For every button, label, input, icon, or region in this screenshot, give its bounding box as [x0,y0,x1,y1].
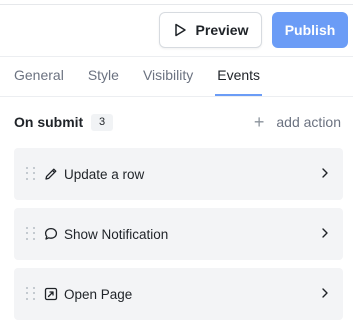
action-item-open-page[interactable]: Open Page [14,268,343,320]
chevron-right-icon [322,228,328,238]
action-label: Update a row [64,166,145,182]
publish-label: Publish [284,22,336,38]
chevron-right-icon [322,288,328,298]
add-action-label: add action [276,114,341,130]
play-icon [174,23,186,37]
preview-button[interactable]: Preview [159,12,262,48]
tab-style[interactable]: Style [88,66,119,96]
section-title: On submit [14,114,84,130]
drag-handle-icon[interactable] [26,167,36,181]
action-label: Show Notification [64,226,169,242]
inspector-panel: Preview Publish General Style Visibility… [0,0,353,329]
chat-bubble-icon [44,227,58,240]
pencil-icon [45,168,57,180]
tab-visibility[interactable]: Visibility [143,66,193,96]
top-divider [0,4,353,5]
tab-general[interactable]: General [14,66,64,96]
action-label: Open Page [64,286,133,302]
preview-label: Preview [195,22,249,38]
page-link-icon [44,287,58,301]
tabs-divider [0,96,353,97]
tab-events[interactable]: Events [215,66,262,96]
drag-handle-icon[interactable] [26,227,36,241]
tab-bar: General Style Visibility Events [14,66,262,96]
header-divider [0,56,353,57]
publish-button[interactable]: Publish [272,12,348,48]
action-item-update-row[interactable]: Update a row [14,148,343,200]
action-count-badge: 3 [91,114,113,131]
plus-icon: + [253,112,265,132]
chevron-right-icon [322,168,328,178]
drag-handle-icon[interactable] [26,287,36,301]
add-action-button[interactable]: + add action [254,113,341,131]
action-item-show-notification[interactable]: Show Notification [14,208,343,260]
